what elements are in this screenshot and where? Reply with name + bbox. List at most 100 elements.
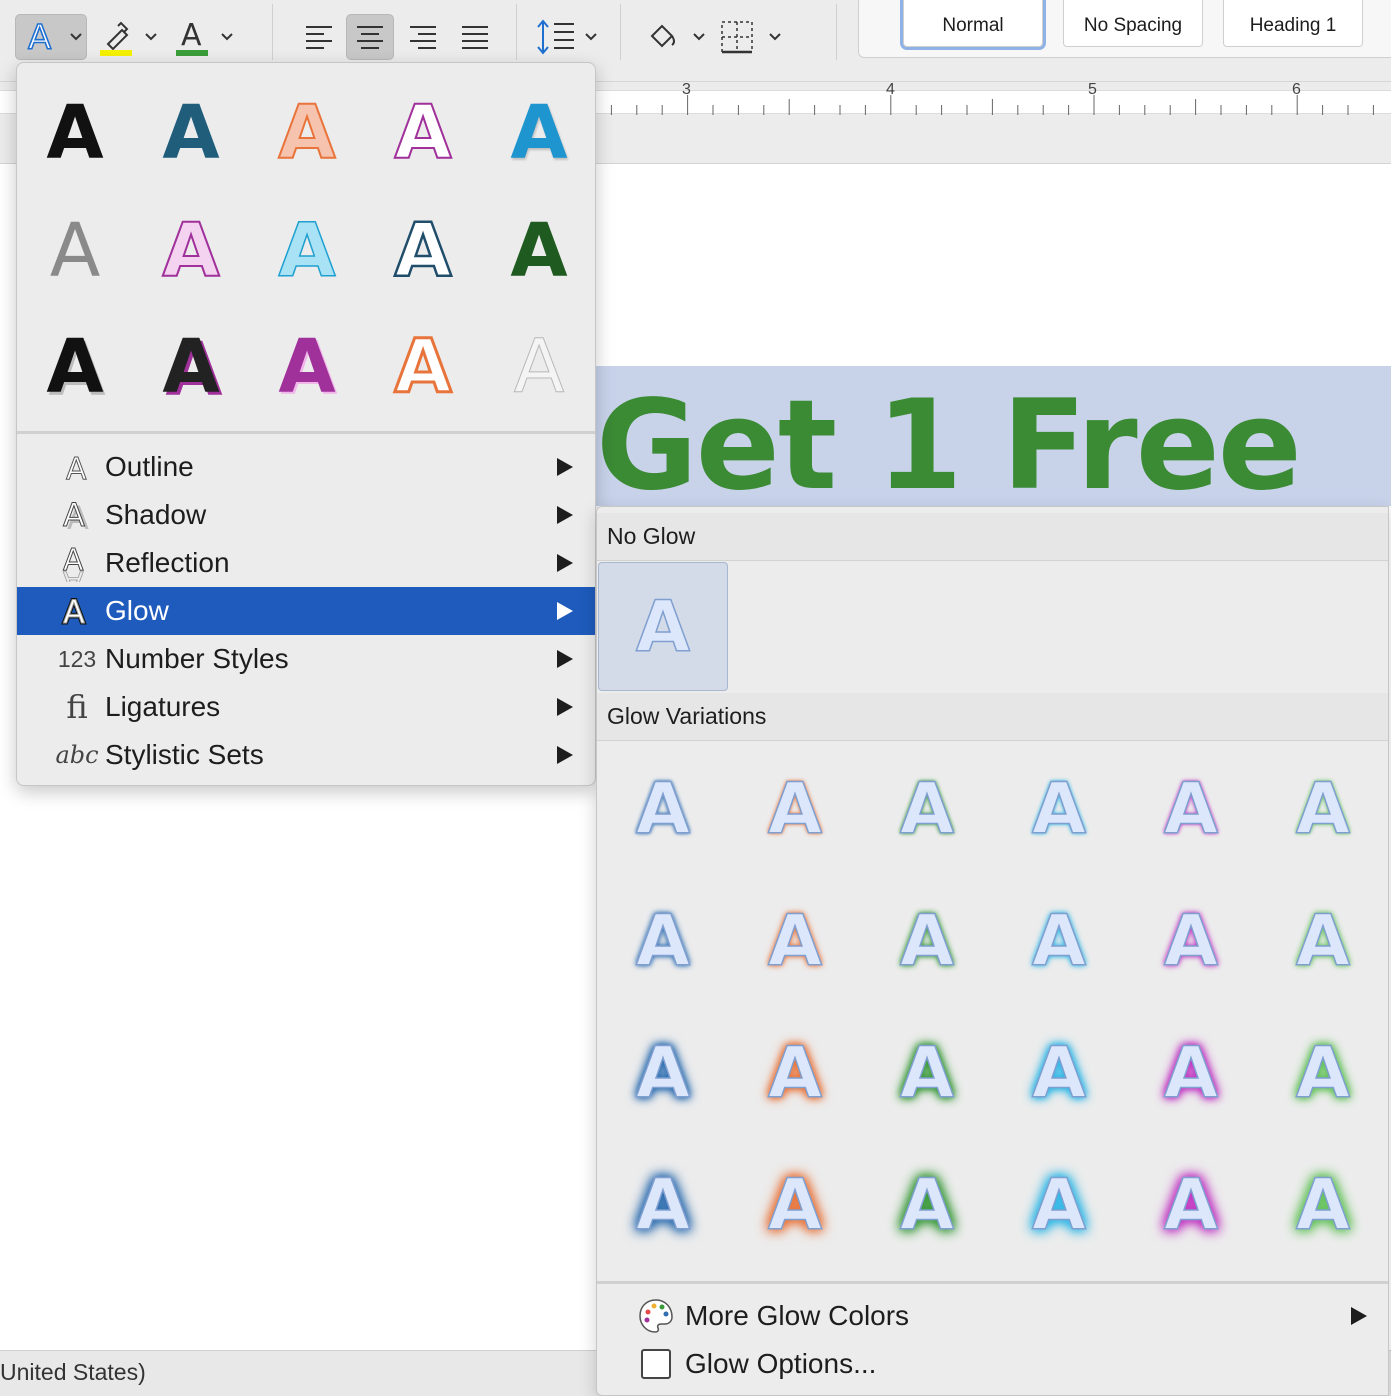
glow-options-item[interactable]: Glow Options... — [597, 1340, 1388, 1388]
document-headline[interactable]: Get 1 Free — [596, 384, 1302, 506]
preset-purple-outline[interactable]: A — [365, 75, 481, 191]
no-glow-option[interactable]: A — [598, 562, 728, 691]
styles-gallery: Normal No Spacing Heading 1 — [858, 0, 1391, 58]
highlight-color-swatch — [100, 50, 132, 56]
more-glow-colors-label: More Glow Colors — [685, 1300, 910, 1331]
borders-button[interactable] — [716, 14, 786, 60]
number-styles-icon: 123 — [57, 645, 97, 672]
toolbar-divider — [836, 4, 837, 60]
font-color-swatch — [176, 50, 208, 56]
menu-item-glow[interactable]: AA Glow — [17, 587, 595, 635]
selected-text-highlight[interactable]: Get 1 Free — [596, 366, 1391, 506]
preset-white-bevel[interactable]: A — [481, 309, 597, 425]
menu-item-shadow[interactable]: AA Shadow — [17, 491, 595, 539]
glow-variation-option[interactable]: A — [1257, 875, 1389, 1007]
glow-variation-option[interactable]: A — [993, 1139, 1125, 1271]
preset-dark-green[interactable]: A — [481, 193, 597, 309]
glow-variation-option[interactable]: A — [597, 743, 729, 875]
glow-variation-glyph: A — [899, 1164, 955, 1246]
glow-variation-glyph: A — [1031, 1164, 1087, 1246]
highlighter-icon — [100, 21, 157, 56]
preset-light-blue[interactable]: A — [249, 193, 365, 309]
style-label: No Spacing — [1083, 15, 1183, 36]
align-center-button[interactable] — [346, 14, 394, 60]
preset-black-purple-shadow[interactable]: A — [133, 309, 249, 425]
glow-variation-option[interactable]: A — [729, 1139, 861, 1271]
preset-teal-fill[interactable]: A — [133, 75, 249, 191]
glow-variation-option[interactable]: A — [729, 743, 861, 875]
glow-variation-option[interactable]: A — [597, 1007, 729, 1139]
shading-button[interactable] — [640, 14, 710, 60]
menu-item-stylistic-sets[interactable]: abc Stylistic Sets — [17, 731, 595, 779]
menu-item-number-styles[interactable]: 123 Number Styles — [17, 635, 595, 683]
preset-navy-outline[interactable]: A — [365, 193, 481, 309]
menu-item-ligatures[interactable]: fi Ligatures — [17, 683, 595, 731]
glow-variation-option[interactable]: A — [1125, 743, 1257, 875]
style-normal[interactable]: Normal — [903, 0, 1043, 47]
align-right-button[interactable] — [400, 14, 446, 60]
preset-black-fill[interactable]: A — [17, 75, 133, 191]
menu-item-outline[interactable]: A Outline — [17, 443, 595, 491]
submenu-arrow-icon — [557, 554, 573, 572]
preset-purple-shadow[interactable]: A — [249, 309, 365, 425]
glow-variation-glyph: A — [1295, 1032, 1351, 1114]
glow-variation-option[interactable]: A — [993, 743, 1125, 875]
align-left-button[interactable] — [296, 14, 342, 60]
preset-blue-fill[interactable]: A — [481, 75, 597, 191]
highlight-button[interactable] — [96, 14, 162, 60]
glow-variation-option[interactable]: A — [993, 875, 1125, 1007]
menu-item-label: Number Styles — [105, 643, 289, 674]
font-color-button[interactable]: A — [172, 14, 238, 60]
style-heading-1[interactable]: Heading 1 — [1223, 0, 1363, 47]
status-language[interactable]: United States) — [0, 1359, 146, 1386]
toolbar-divider — [272, 4, 273, 60]
justify-icon — [462, 26, 488, 49]
glow-variation-option[interactable]: A — [861, 743, 993, 875]
glow-variation-option[interactable]: A — [1125, 875, 1257, 1007]
submenu-arrow-icon — [1351, 1307, 1367, 1325]
glow-variation-option[interactable]: A — [861, 1007, 993, 1139]
ruler-number: 3 — [682, 81, 691, 98]
glow-variation-option[interactable]: A — [729, 1007, 861, 1139]
menu-separator — [17, 431, 595, 434]
toolbar-divider — [516, 4, 517, 60]
glow-variation-glyph: A — [767, 900, 823, 982]
shading-icon — [646, 24, 705, 57]
borders-icon — [721, 21, 781, 54]
line-spacing-button[interactable] — [532, 14, 602, 60]
glow-variation-option[interactable]: A — [1257, 1139, 1389, 1271]
glow-variation-option[interactable]: A — [861, 875, 993, 1007]
style-no-spacing[interactable]: No Spacing — [1063, 0, 1203, 47]
glow-variation-glyph: A — [1163, 900, 1219, 982]
preset-gray-fill[interactable]: A — [17, 193, 133, 309]
glow-variation-option[interactable]: A — [861, 1139, 993, 1271]
glow-variation-option[interactable]: A — [729, 875, 861, 1007]
glow-variation-option[interactable]: A — [597, 1139, 729, 1271]
preset-orange-bold-outline[interactable]: A — [365, 309, 481, 425]
glow-variation-glyph: A — [767, 768, 823, 850]
glow-variation-option[interactable]: A — [993, 1007, 1125, 1139]
palette-icon — [639, 1299, 673, 1333]
glow-options-label: Glow Options... — [685, 1348, 877, 1379]
glow-variation-glyph: A — [1163, 768, 1219, 850]
glow-options-checkbox[interactable] — [641, 1349, 671, 1379]
glow-variation-glyph: A — [1163, 1164, 1219, 1246]
glow-variation-option[interactable]: A — [1257, 743, 1389, 875]
preset-purple-reflection[interactable]: A — [133, 193, 249, 309]
submenu-arrow-icon — [557, 602, 573, 620]
glow-variation-option[interactable]: A — [1125, 1139, 1257, 1271]
line-spacing-icon — [537, 19, 597, 55]
glow-variation-option[interactable]: A — [1257, 1007, 1389, 1139]
ruler-number: 5 — [1088, 81, 1097, 98]
preset-black-shadow[interactable]: A — [17, 309, 133, 425]
ligatures-icon: fi — [66, 688, 88, 726]
outline-icon: A — [57, 447, 97, 487]
justify-button[interactable] — [452, 14, 498, 60]
text-effects-button[interactable]: A — [15, 14, 87, 60]
preset-orange-outline[interactable]: A — [249, 75, 365, 191]
submenu-arrow-icon — [557, 698, 573, 716]
menu-item-reflection[interactable]: AA Reflection — [17, 539, 595, 587]
glow-variation-option[interactable]: A — [1125, 1007, 1257, 1139]
more-glow-colors-item[interactable]: More Glow Colors — [597, 1292, 1388, 1340]
glow-variation-option[interactable]: A — [597, 875, 729, 1007]
